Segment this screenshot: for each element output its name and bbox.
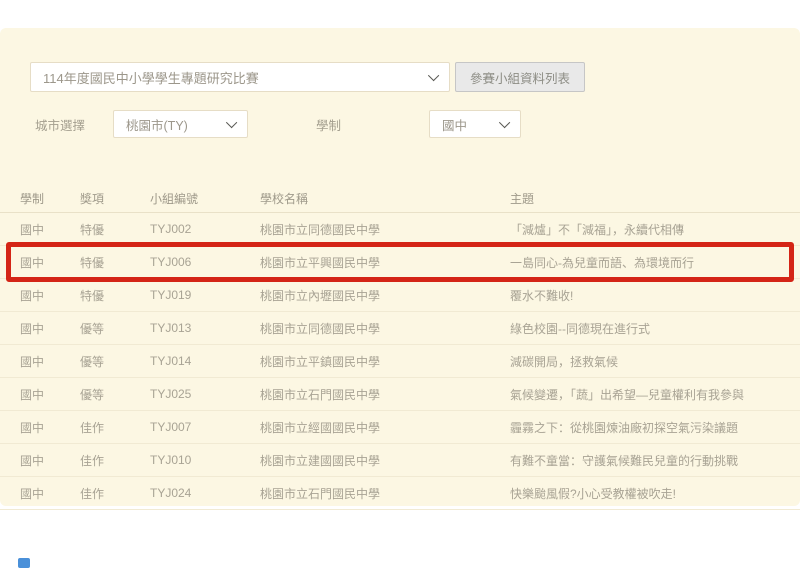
- row-award: 特優: [80, 254, 150, 271]
- table-row[interactable]: 國中 佳作 TYJ007 桃園市立經國國民中學 霾霧之下：從桃園煉油廠初探空氣污…: [0, 411, 800, 444]
- results-table: 學制 獎項 小組編號 學校名稱 主題 國中 特優 TYJ002 桃園市立同德國民…: [0, 185, 800, 510]
- row-topic: 快樂颱風假?小心受教權被吹走!: [510, 485, 800, 502]
- row-topic: 一島同心-為兒童而語、為環境而行: [510, 254, 800, 271]
- city-label: 城市選擇: [35, 115, 85, 134]
- row-school: 桃園市立同德國民中學: [260, 221, 510, 238]
- school-level-label: 學制: [316, 115, 341, 134]
- competition-select-value: 114年度國民中小學學生專題研究比賽: [43, 68, 259, 87]
- table-row[interactable]: 國中 特優 TYJ002 桃園市立同德國民中學 「減爐」不「減福」，永續代相傳: [0, 213, 800, 246]
- row-school: 桃園市立內壢國民中學: [260, 287, 510, 304]
- row-topic: 霾霧之下：從桃園煉油廠初探空氣污染議題: [510, 419, 800, 436]
- row-level: 國中: [20, 287, 80, 304]
- school-level-select[interactable]: 國中: [429, 110, 521, 138]
- row-group-id: TYJ007: [150, 420, 260, 434]
- filter-row: 城市選擇 桃園市(TY) 學制 國中: [0, 110, 800, 138]
- school-level-select-value: 國中: [442, 115, 467, 134]
- row-level: 國中: [20, 386, 80, 403]
- row-level: 國中: [20, 221, 80, 238]
- row-award: 優等: [80, 386, 150, 403]
- row-school: 桃園市立平鎮國民中學: [260, 353, 510, 370]
- row-school: 桃園市立平興國民中學: [260, 254, 510, 271]
- row-school: 桃園市立石門國民中學: [260, 485, 510, 502]
- header-group-id: 小組編號: [150, 190, 260, 207]
- table-row[interactable]: 國中 佳作 TYJ024 桃園市立石門國民中學 快樂颱風假?小心受教權被吹走!: [0, 477, 800, 510]
- row-group-id: TYJ010: [150, 453, 260, 467]
- row-group-id: TYJ014: [150, 354, 260, 368]
- row-level: 國中: [20, 419, 80, 436]
- header-topic: 主題: [510, 190, 800, 207]
- table-header-row: 學制 獎項 小組編號 學校名稱 主題: [0, 185, 800, 213]
- row-topic: 減碳開局，拯救氣候: [510, 353, 800, 370]
- header-school: 學校名稱: [260, 190, 510, 207]
- row-level: 國中: [20, 254, 80, 271]
- row-school: 桃園市立建國國民中學: [260, 452, 510, 469]
- row-level: 國中: [20, 353, 80, 370]
- row-award: 優等: [80, 353, 150, 370]
- row-level: 國中: [20, 485, 80, 502]
- competition-select[interactable]: 114年度國民中小學學生專題研究比賽: [30, 62, 450, 92]
- city-select[interactable]: 桃園市(TY): [113, 110, 248, 138]
- table-body: 國中 特優 TYJ002 桃園市立同德國民中學 「減爐」不「減福」，永續代相傳 …: [0, 213, 800, 510]
- row-award: 優等: [80, 320, 150, 337]
- row-group-id: TYJ006: [150, 255, 260, 269]
- header-award: 獎項: [80, 190, 150, 207]
- chevron-down-icon: [428, 70, 439, 81]
- row-group-id: TYJ002: [150, 222, 260, 236]
- row-topic: 有難不童當：守護氣候難民兒童的行動挑戰: [510, 452, 800, 469]
- row-topic: 「減爐」不「減福」，永續代相傳: [510, 221, 800, 238]
- group-data-list-button[interactable]: 參賽小組資料列表: [455, 62, 585, 92]
- header-level: 學制: [20, 190, 80, 207]
- row-award: 特優: [80, 287, 150, 304]
- row-topic: 綠色校園--同德現在進行式: [510, 320, 800, 337]
- table-row[interactable]: 國中 佳作 TYJ010 桃園市立建國國民中學 有難不童當：守護氣候難民兒童的行…: [0, 444, 800, 477]
- toolbar: 114年度國民中小學學生專題研究比賽 參賽小組資料列表: [30, 62, 770, 92]
- row-topic: 覆水不難收!: [510, 287, 800, 304]
- city-select-value: 桃園市(TY): [126, 115, 188, 134]
- bottom-left-widget[interactable]: [18, 558, 30, 568]
- row-school: 桃園市立同德國民中學: [260, 320, 510, 337]
- row-level: 國中: [20, 320, 80, 337]
- row-group-id: TYJ024: [150, 486, 260, 500]
- row-group-id: TYJ025: [150, 387, 260, 401]
- row-award: 佳作: [80, 452, 150, 469]
- chevron-down-icon: [499, 117, 510, 128]
- row-topic: 氣候變遷，「蔬」出希望—兒童權利有我參與: [510, 386, 800, 403]
- row-award: 佳作: [80, 419, 150, 436]
- row-group-id: TYJ013: [150, 321, 260, 335]
- table-row[interactable]: 國中 特優 TYJ006 桃園市立平興國民中學 一島同心-為兒童而語、為環境而行: [0, 246, 800, 279]
- row-group-id: TYJ019: [150, 288, 260, 302]
- table-row[interactable]: 國中 特優 TYJ019 桃園市立內壢國民中學 覆水不難收!: [0, 279, 800, 312]
- chevron-down-icon: [226, 117, 237, 128]
- table-row[interactable]: 國中 優等 TYJ025 桃園市立石門國民中學 氣候變遷，「蔬」出希望—兒童權利…: [0, 378, 800, 411]
- row-level: 國中: [20, 452, 80, 469]
- row-award: 佳作: [80, 485, 150, 502]
- row-award: 特優: [80, 221, 150, 238]
- row-school: 桃園市立經國國民中學: [260, 419, 510, 436]
- table-row[interactable]: 國中 優等 TYJ013 桃園市立同德國民中學 綠色校園--同德現在進行式: [0, 312, 800, 345]
- row-school: 桃園市立石門國民中學: [260, 386, 510, 403]
- table-row[interactable]: 國中 優等 TYJ014 桃園市立平鎮國民中學 減碳開局，拯救氣候: [0, 345, 800, 378]
- results-panel: 114年度國民中小學學生專題研究比賽 參賽小組資料列表 城市選擇 桃園市(TY)…: [0, 28, 800, 506]
